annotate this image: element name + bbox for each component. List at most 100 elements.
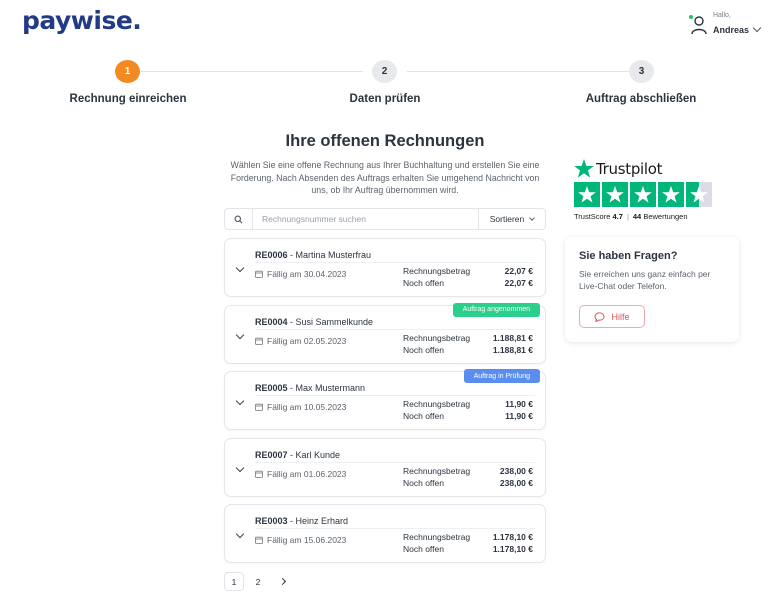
calendar-icon [255, 403, 263, 411]
trustpilot-widget[interactable]: Trustpilot TrustScore 4.7 | 44 Bewertungen [574, 159, 722, 221]
half-star-icon [686, 182, 712, 207]
invoice-customer: - Martina Musterfrau [287, 250, 372, 260]
amount-value: 22,07 € [504, 266, 533, 276]
invoice-number: RE0007 [255, 449, 288, 460]
expand-chevron-icon[interactable] [235, 396, 245, 406]
user-greeting: Hallo, [712, 12, 731, 19]
invoice-customer: - Karl Kunde [287, 449, 341, 460]
due-date-text: Fällig am 10.05.2023 [267, 402, 347, 412]
user-icon [688, 14, 707, 36]
divider [255, 328, 535, 330]
help-button-label: Hilfe [611, 311, 630, 322]
invoice-customer: - Susi Sammelkunde [287, 316, 374, 327]
expand-chevron-icon[interactable] [235, 330, 245, 339]
amount-labels: Rechnungsbetrag Noch offen [403, 398, 470, 422]
invoice-customer: - Heinz Erhard [287, 516, 349, 526]
paywise-logo[interactable]: paywise. [22, 6, 142, 35]
calendar-icon [255, 270, 263, 278]
invoice-title: RE0006 - Martina Musterfrau [255, 250, 371, 260]
amount-values: 11,90 € 11,90 € [505, 398, 533, 422]
open-value: 238,00 € [499, 477, 533, 488]
intro-text: Wählen Sie eine offene Rechnung aus Ihre… [230, 160, 540, 195]
star-icon [658, 182, 684, 207]
due-date-text: Fällig am 30.04.2023 [267, 269, 347, 279]
step-connector [141, 71, 363, 72]
divider [255, 461, 535, 463]
invoice-card[interactable]: RE0007 - Karl Kunde Fällig am 01.06.2023… [224, 437, 546, 497]
invoice-title: RE0005 - Max Mustermann [255, 383, 365, 393]
review-label: Bewertungen [643, 212, 688, 221]
due-date-text: Fällig am 01.06.2023 [267, 468, 347, 479]
invoice-number: RE0006 [255, 250, 288, 260]
trustpilot-name: Trustpilot [596, 159, 663, 178]
status-badge: Auftrag angenommen [452, 302, 540, 317]
expand-chevron-icon[interactable] [235, 529, 245, 539]
amount-label: Rechnungsbetrag [403, 399, 471, 409]
invoice-card[interactable]: RE0003 - Heinz Erhard Fällig am 15.06.20… [224, 504, 546, 563]
amount-label: Rechnungsbetrag [403, 465, 471, 476]
invoice-due-date: Fällig am 10.05.2023 [255, 402, 346, 412]
divider [255, 395, 535, 396]
step-2-indicator: 2 [372, 60, 397, 83]
open-value: 22,07 € [504, 278, 533, 288]
help-title: Sie haben Fragen? [579, 250, 678, 262]
page-1-button[interactable]: 1 [224, 572, 244, 591]
status-badge: Auftrag in Prüfung [463, 369, 540, 383]
trustscore-value: 4.7 [612, 212, 623, 221]
amount-value: 11,90 € [505, 399, 533, 409]
invoice-number: RE0004 [255, 316, 288, 327]
amount-value: 238,00 € [499, 465, 533, 476]
search-icon [225, 209, 253, 229]
invoice-card[interactable]: Auftrag in Prüfung RE0005 - Max Musterma… [224, 369, 546, 430]
step-1-label: Rechnung einreichen [69, 93, 187, 105]
open-value: 11,90 € [505, 411, 533, 421]
step-3-label: Auftrag abschließen [585, 93, 697, 105]
open-label: Noch offen [403, 411, 444, 421]
open-label: Noch offen [403, 544, 444, 554]
pagination: 1 2 [224, 572, 292, 591]
search-bar: Sortieren [224, 208, 546, 230]
user-menu[interactable]: Hallo, Andreas [688, 12, 762, 38]
step-3-indicator: 3 [629, 60, 654, 83]
open-label: Noch offen [403, 278, 444, 288]
open-label: Noch offen [403, 477, 444, 488]
chat-bubble-icon [594, 311, 606, 322]
invoice-title: RE0007 - Karl Kunde [255, 450, 340, 460]
page-2-button[interactable]: 2 [248, 572, 268, 591]
invoice-due-date: Fällig am 30.04.2023 [255, 269, 346, 279]
trustpilot-star-icon [574, 159, 594, 178]
due-date-text: Fällig am 15.06.2023 [267, 535, 347, 545]
next-page-button[interactable] [272, 572, 292, 591]
page-title: Ihre offenen Rechnungen [285, 132, 485, 150]
review-count: 44 [632, 212, 642, 221]
invoice-due-date: Fällig am 02.05.2023 [255, 336, 346, 346]
calendar-icon [255, 470, 263, 478]
calendar-icon [255, 536, 263, 544]
step-1-indicator: 1 [115, 60, 140, 83]
amount-value: 1.188,81 € [492, 332, 533, 343]
divider [255, 528, 535, 529]
star-icon [574, 182, 600, 207]
open-value: 1.188,81 € [492, 344, 533, 355]
invoice-card[interactable]: Auftrag angenommen RE0004 - Susi Sammelk… [224, 302, 546, 364]
step-connector [407, 71, 629, 72]
amount-label: Rechnungsbetrag [403, 532, 471, 542]
sort-button[interactable]: Sortieren [478, 209, 545, 229]
sort-label: Sortieren [489, 214, 525, 224]
amount-labels: Rechnungsbetrag Noch offen [403, 465, 470, 489]
expand-chevron-icon[interactable] [235, 463, 245, 472]
divider [255, 262, 535, 263]
chevron-down-icon [752, 23, 762, 33]
open-value: 1.178,10 € [492, 544, 533, 554]
expand-chevron-icon[interactable] [235, 263, 245, 273]
help-text: Sie erreichen uns ganz einfach per Live-… [579, 269, 711, 291]
step-2-label: Daten prüfen [349, 93, 421, 105]
help-button[interactable]: Hilfe [579, 305, 645, 328]
amount-values: 22,07 € 22,07 € [505, 265, 533, 289]
invoice-title: RE0003 - Heinz Erhard [255, 516, 348, 526]
invoice-search-input[interactable] [253, 209, 478, 229]
user-name: Andreas [712, 25, 749, 36]
invoice-title: RE0004 - Susi Sammelkunde [255, 317, 373, 327]
chevron-right-icon [278, 577, 286, 586]
invoice-card[interactable]: RE0006 - Martina Musterfrau Fällig am 30… [224, 238, 546, 297]
